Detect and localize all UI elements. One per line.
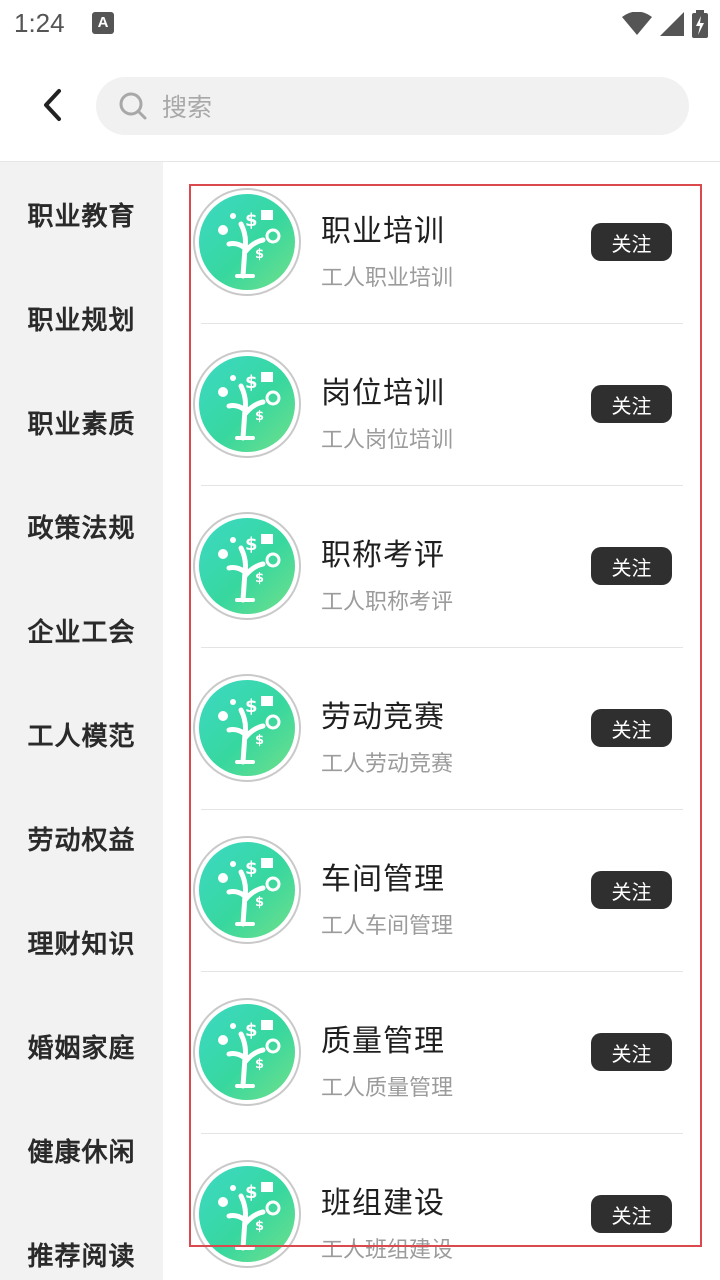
item-title: 岗位培训 bbox=[321, 376, 445, 411]
money-tree-icon: $ $ bbox=[218, 1020, 281, 1089]
svg-text:$: $ bbox=[245, 696, 258, 717]
sidebar-item-laodong-quanyi[interactable]: 劳动权益 bbox=[0, 786, 163, 890]
list-item[interactable]: $ $ 职业培训 工人职业培训 关注 bbox=[163, 180, 720, 342]
list-item[interactable]: $ $ 车间管理 工人车间管理 关注 bbox=[163, 828, 720, 990]
divider bbox=[201, 647, 683, 648]
list-item[interactable]: $ $ 质量管理 工人质量管理 关注 bbox=[163, 990, 720, 1152]
divider bbox=[201, 485, 683, 486]
money-tree-icon: $ $ bbox=[218, 1182, 281, 1251]
channel-list: $ $ 职业培训 工人职业培训 关注 $ $ 岗位培训 工人岗位培训 关注 $ … bbox=[163, 162, 720, 1280]
signal-icon bbox=[660, 12, 684, 36]
item-subtitle: 工人车间管理 bbox=[321, 914, 454, 939]
svg-text:$: $ bbox=[245, 1182, 258, 1203]
list-item[interactable]: $ $ 班组建设 工人班组建设 关注 bbox=[163, 1152, 720, 1280]
follow-button[interactable]: 关注 bbox=[591, 223, 672, 261]
svg-text:$: $ bbox=[255, 733, 264, 748]
list-item[interactable]: $ $ 劳动竞赛 工人劳动竞赛 关注 bbox=[163, 666, 720, 828]
avatar: $ $ bbox=[193, 674, 301, 782]
sidebar-item-qiye-gonghui[interactable]: 企业工会 bbox=[0, 578, 163, 682]
notification-icon: A bbox=[92, 12, 114, 34]
svg-text:$: $ bbox=[255, 409, 264, 424]
item-title: 班组建设 bbox=[321, 1186, 445, 1221]
avatar: $ $ bbox=[193, 512, 301, 620]
divider bbox=[201, 323, 683, 324]
search-icon bbox=[118, 91, 148, 121]
divider bbox=[201, 1133, 683, 1134]
follow-button[interactable]: 关注 bbox=[591, 871, 672, 909]
svg-text:$: $ bbox=[245, 1020, 258, 1041]
item-title: 职业培训 bbox=[321, 214, 445, 249]
status-time: 1:24 bbox=[14, 8, 65, 38]
item-subtitle: 工人劳动竞赛 bbox=[321, 752, 454, 777]
svg-text:$: $ bbox=[245, 210, 258, 231]
follow-button[interactable]: 关注 bbox=[591, 547, 672, 585]
follow-button[interactable]: 关注 bbox=[591, 1195, 672, 1233]
sidebar-item-jiankang-xiuxian[interactable]: 健康休闲 bbox=[0, 1098, 163, 1202]
svg-text:$: $ bbox=[255, 895, 264, 910]
item-title: 车间管理 bbox=[321, 862, 445, 897]
svg-text:$: $ bbox=[245, 534, 258, 555]
status-bar: 1:24 A bbox=[0, 0, 720, 50]
sidebar-item-hunyin-jiating[interactable]: 婚姻家庭 bbox=[0, 994, 163, 1098]
sidebar-item-zhiye-jiaoyu[interactable]: 职业教育 bbox=[0, 162, 163, 266]
svg-text:$: $ bbox=[245, 372, 258, 393]
header: 搜索 bbox=[0, 50, 720, 162]
sidebar-item-licai-zhishi[interactable]: 理财知识 bbox=[0, 890, 163, 994]
list-item[interactable]: $ $ 职称考评 工人职称考评 关注 bbox=[163, 504, 720, 666]
money-tree-icon: $ $ bbox=[218, 372, 281, 441]
list-item[interactable]: $ $ 岗位培训 工人岗位培训 关注 bbox=[163, 342, 720, 504]
search-placeholder: 搜索 bbox=[162, 93, 213, 122]
follow-button[interactable]: 关注 bbox=[591, 1033, 672, 1071]
sidebar-item-zhiye-guihua[interactable]: 职业规划 bbox=[0, 266, 163, 370]
category-sidebar: 职业教育 职业规划 职业素质 政策法规 企业工会 工人模范 劳动权益 理财知识 … bbox=[0, 162, 163, 1280]
money-tree-icon: $ $ bbox=[218, 210, 281, 279]
item-subtitle: 工人班组建设 bbox=[321, 1238, 454, 1263]
status-icons bbox=[622, 8, 708, 40]
svg-text:$: $ bbox=[255, 247, 264, 262]
avatar: $ $ bbox=[193, 998, 301, 1106]
item-subtitle: 工人职业培训 bbox=[321, 266, 454, 291]
item-subtitle: 工人质量管理 bbox=[321, 1076, 454, 1101]
money-tree-icon: $ $ bbox=[218, 534, 281, 603]
chevron-left-icon bbox=[44, 89, 61, 121]
wifi-icon bbox=[622, 12, 652, 35]
battery-icon bbox=[692, 10, 708, 38]
item-subtitle: 工人职称考评 bbox=[321, 590, 454, 615]
money-tree-icon: $ $ bbox=[218, 696, 281, 765]
item-title: 劳动竞赛 bbox=[321, 700, 445, 735]
item-subtitle: 工人岗位培训 bbox=[321, 428, 454, 453]
search-input[interactable]: 搜索 bbox=[96, 77, 689, 135]
avatar: $ $ bbox=[193, 836, 301, 944]
divider bbox=[201, 971, 683, 972]
money-tree-icon: $ $ bbox=[218, 858, 281, 927]
avatar: $ $ bbox=[193, 350, 301, 458]
svg-text:$: $ bbox=[245, 858, 258, 879]
sidebar-item-zhengce-fagui[interactable]: 政策法规 bbox=[0, 474, 163, 578]
avatar: $ $ bbox=[193, 1160, 301, 1268]
svg-text:$: $ bbox=[255, 1057, 264, 1072]
sidebar-item-zhiye-suzhi[interactable]: 职业素质 bbox=[0, 370, 163, 474]
avatar: $ $ bbox=[193, 188, 301, 296]
follow-button[interactable]: 关注 bbox=[591, 709, 672, 747]
divider bbox=[201, 809, 683, 810]
sidebar-item-tuijian-yuedu[interactable]: 推荐阅读 bbox=[0, 1202, 163, 1280]
item-title: 职称考评 bbox=[321, 538, 445, 573]
sidebar-item-gongren-mofan[interactable]: 工人模范 bbox=[0, 682, 163, 786]
follow-button[interactable]: 关注 bbox=[591, 385, 672, 423]
back-button[interactable] bbox=[30, 80, 74, 130]
item-title: 质量管理 bbox=[321, 1024, 445, 1059]
svg-text:$: $ bbox=[255, 571, 264, 586]
svg-text:$: $ bbox=[255, 1219, 264, 1234]
